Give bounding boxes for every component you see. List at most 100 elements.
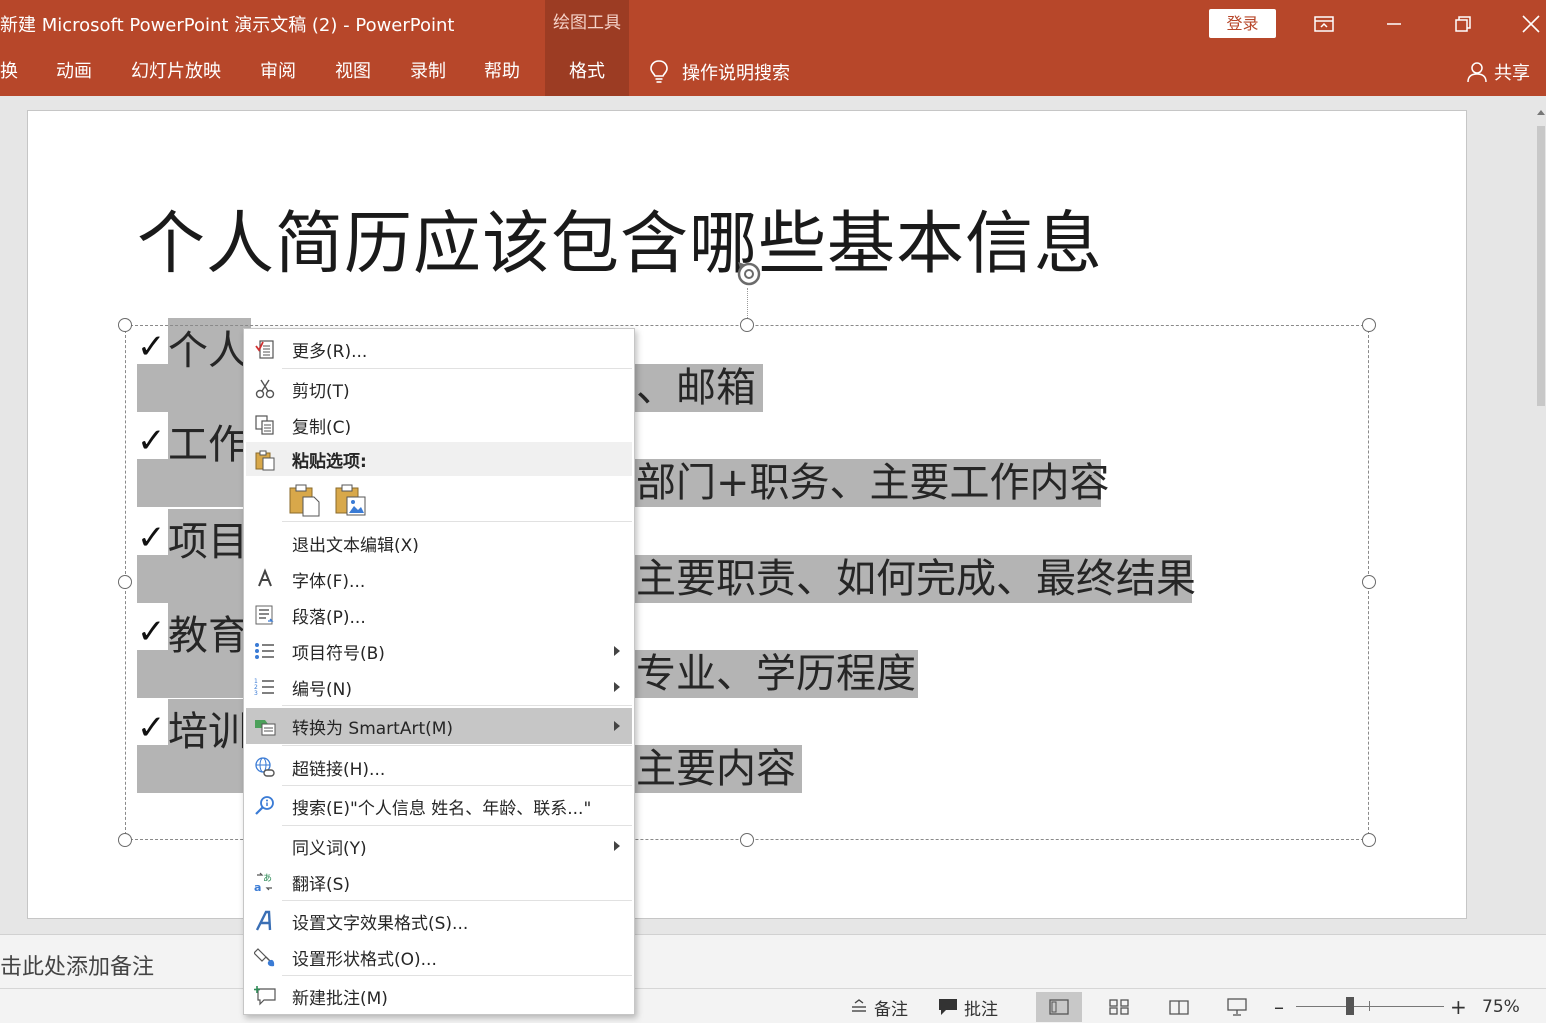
menu-item-format-text-effects[interactable]: 设置文字效果格式(S)... (246, 903, 632, 939)
minimize-button[interactable] (1371, 0, 1417, 48)
menu-item-label: 同义词(Y) (292, 838, 367, 859)
menu-item-label: 段落(P)... (292, 607, 366, 628)
menu-item-label: 字体(F)... (292, 571, 366, 592)
notes-placeholder: 击此处添加备注 (0, 955, 155, 980)
drawing-tools-group-label: 绘图工具 (545, 0, 629, 48)
resize-handle-left[interactable] (118, 575, 132, 589)
menu-item-label: 更多(R)... (292, 341, 368, 362)
close-icon (1522, 15, 1540, 33)
submenu-arrow-icon (614, 646, 620, 656)
zoom-in-button[interactable]: + (1450, 993, 1467, 1021)
menu-item-copy[interactable]: 复制(C) (246, 407, 632, 443)
bullets-icon (254, 640, 276, 662)
share-button[interactable]: 共享 (1466, 48, 1530, 96)
resize-handle-bottom-left[interactable] (118, 833, 132, 847)
tab-view[interactable]: 视图 (335, 48, 371, 96)
menu-item-synonyms[interactable]: 同义词(Y) (246, 828, 632, 864)
rotate-icon (737, 262, 761, 286)
menu-item-bullets[interactable]: 项目符号(B) (246, 633, 632, 669)
lightbulb-icon (650, 60, 668, 83)
login-button[interactable]: 登录 (1209, 9, 1276, 38)
menu-item-more[interactable]: 更多(R)... (246, 331, 632, 367)
text-effects-icon (254, 910, 276, 932)
ribbon-display-options-button[interactable] (1301, 0, 1347, 48)
menu-item-label: 转换为 SmartArt(M) (292, 718, 454, 739)
resize-handle-top-right[interactable] (1362, 318, 1376, 332)
comment-icon (939, 999, 957, 1015)
tab-slideshow[interactable]: 幻灯片放映 (131, 48, 221, 96)
resize-handle-bottom[interactable] (740, 833, 754, 847)
tell-me-search[interactable]: 操作说明搜索 (648, 48, 790, 96)
zoom-slider-track[interactable] (1296, 1006, 1444, 1007)
zoom-slider-thumb[interactable] (1346, 997, 1354, 1015)
resize-handle-right[interactable] (1362, 575, 1376, 589)
menu-item-paragraph[interactable]: 段落(P)... (246, 597, 632, 633)
slide-title[interactable]: 个人简历应该包含哪些基本信息 (137, 188, 1103, 287)
comments-toggle-button[interactable]: 批注 (938, 993, 998, 1021)
menu-item-font[interactable]: 字体(F)... (246, 561, 632, 597)
restore-icon (1455, 16, 1471, 32)
menu-separator (282, 521, 632, 522)
copy-icon (254, 414, 276, 436)
menu-item-label: 超链接(H)... (292, 759, 386, 780)
scissors-icon (254, 378, 276, 400)
translate-icon: aあ (254, 871, 276, 893)
menu-item-convert-smartart[interactable]: 转换为 SmartArt(M) (246, 708, 632, 744)
scrollbar-thumb[interactable] (1537, 126, 1545, 406)
menu-item-numbering[interactable]: 123 编号(N) (246, 669, 632, 705)
window-title: 新建 Microsoft PowerPoint 演示文稿 (2) - Power… (0, 15, 455, 36)
svg-text:あ: あ (263, 873, 272, 884)
resize-handle-top[interactable] (740, 318, 754, 332)
zoom-out-button[interactable]: – (1274, 993, 1284, 1021)
menu-item-format-shape[interactable]: 设置形状格式(O)... (246, 939, 632, 975)
notes-toggle-button[interactable]: 备注 (850, 993, 908, 1021)
share-label: 共享 (1494, 63, 1530, 84)
title-bar: 新建 Microsoft PowerPoint 演示文稿 (2) - Power… (0, 0, 1546, 48)
numbering-icon: 123 (254, 676, 276, 698)
menu-item-label: 退出文本编辑(X) (292, 535, 419, 556)
tab-record[interactable]: 录制 (410, 48, 446, 96)
resize-handle-top-left[interactable] (118, 318, 132, 332)
person-icon (1467, 62, 1487, 83)
menu-item-smart-lookup[interactable]: 搜索(E)"个人信息 姓名、年龄、联系..." (246, 788, 632, 824)
menu-item-label: 剪切(T) (292, 381, 350, 402)
smartart-icon (254, 715, 276, 737)
svg-text:3: 3 (254, 690, 258, 697)
vertical-scrollbar[interactable] (1536, 96, 1546, 934)
comments-toggle-label: 批注 (964, 999, 998, 1020)
zoom-percent[interactable]: 75% (1482, 993, 1520, 1021)
tab-format[interactable]: 格式 (545, 48, 629, 96)
restore-button[interactable] (1440, 0, 1486, 48)
menu-item-label: 设置形状格式(O)... (292, 949, 437, 970)
normal-view-button[interactable] (1036, 992, 1082, 1022)
new-comment-icon (254, 985, 276, 1007)
menu-item-label: 设置文字效果格式(S)... (292, 913, 469, 934)
tab-help[interactable]: 帮助 (484, 48, 520, 96)
tab-transitions[interactable]: 换 (0, 48, 18, 96)
menu-item-new-comment[interactable]: 新建批注(M) (246, 978, 632, 1014)
rotate-handle[interactable] (731, 258, 767, 294)
svg-text:a: a (254, 881, 261, 893)
scroll-up-icon[interactable] (1537, 110, 1545, 115)
slide-sorter-view-button[interactable] (1096, 992, 1142, 1022)
paste-options-header: 粘贴选项: (246, 442, 632, 476)
reading-view-button[interactable] (1156, 992, 1202, 1022)
slideshow-view-button[interactable] (1214, 992, 1260, 1022)
menu-item-exit-text-edit[interactable]: 退出文本编辑(X) (246, 525, 632, 561)
tab-review[interactable]: 审阅 (260, 48, 296, 96)
menu-item-translate[interactable]: aあ 翻译(S) (246, 864, 632, 900)
notes-pane[interactable]: 击此处添加备注 (0, 934, 1546, 988)
resize-handle-bottom-right[interactable] (1362, 833, 1376, 847)
status-bar: 备注 批注 – + 75% (0, 988, 1546, 1023)
tab-animations[interactable]: 动画 (56, 48, 92, 96)
menu-item-cut[interactable]: 剪切(T) (246, 371, 632, 407)
close-button[interactable] (1508, 0, 1546, 48)
menu-separator (282, 825, 632, 826)
paste-as-picture-icon[interactable] (334, 483, 368, 517)
menu-separator (282, 785, 632, 786)
ribbon-tabs: 换 动画 幻灯片放映 审阅 视图 录制 帮助 格式 操作说明搜索 共享 (0, 48, 1546, 96)
submenu-arrow-icon (614, 841, 620, 851)
paste-keep-formatting-icon[interactable] (288, 483, 322, 517)
minimize-icon (1387, 23, 1401, 25)
menu-item-hyperlink[interactable]: 超链接(H)... (246, 749, 632, 785)
